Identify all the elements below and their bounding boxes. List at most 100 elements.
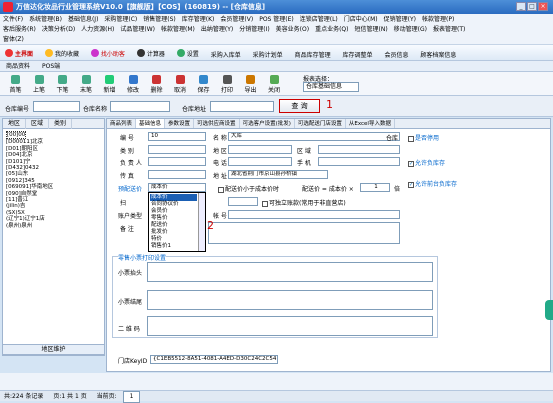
tab-goods[interactable]: 商品资料 [0, 61, 36, 72]
phone-input[interactable] [228, 157, 292, 166]
account-type-label: 账户类型 [118, 213, 143, 220]
first-icon [11, 75, 20, 84]
query-button[interactable]: 查 询 [279, 99, 320, 113]
tree-item[interactable]: (泉州)泉州 [6, 223, 53, 229]
settings-button[interactable]: 设置 [172, 45, 204, 60]
next-button[interactable]: 下笔 [53, 75, 72, 94]
keyid-input[interactable]: {C1EB5512-8A51-4081-A4ED-D30C24C2C541} [150, 355, 278, 364]
area-input[interactable] [228, 145, 292, 154]
new-button[interactable]: 新增 [100, 75, 119, 94]
ratio-suffix: 倍 [394, 186, 401, 193]
wh-addr-input[interactable] [210, 101, 274, 112]
purchase-receipt-button[interactable]: 采购入库单 [206, 47, 246, 61]
cancel-label: 取消 [173, 87, 186, 94]
dropdown-option[interactable]: 会员价 [150, 208, 197, 215]
stop-checkbox[interactable]: 是否停用 [408, 133, 439, 142]
calculator-button[interactable]: 计算器 [132, 45, 170, 60]
allow-negative-checkbox[interactable]: ✓ 允许负库存 [408, 158, 445, 167]
mobile-input[interactable] [318, 157, 400, 166]
record-toolbar: 首笔 上笔 下笔 末笔 新增 修改 删除 取消 保存 打印 导出 关闭 [0, 72, 553, 96]
favorites-button[interactable]: 我的收藏 [40, 45, 84, 60]
left-tab[interactable]: 区域 [26, 119, 50, 129]
right-tab[interactable]: 可选配送门店设置 [295, 119, 346, 128]
dropdown-option[interactable]: 批发价 [150, 229, 197, 236]
export-label: 导出 [244, 87, 257, 94]
dropdown-option[interactable]: 零售价 [150, 215, 197, 222]
side-panel-toggle[interactable] [545, 300, 553, 320]
receipt-tail-input[interactable] [147, 290, 433, 310]
close-label: 关闭 [267, 87, 280, 94]
delete-button[interactable]: 删除 [147, 75, 166, 94]
right-tabs: 商品列表 基础信息 参数设置 可选供应商设置 可选客户设置(批发) 可选配送门店设置 从Ex… [107, 119, 550, 129]
right-tab[interactable]: 从Excel导入数据 [346, 119, 395, 128]
wh-addr-label: 仓库地址 [182, 106, 207, 113]
dropdown-option[interactable]: 销售价1 [150, 243, 197, 250]
tab-pos[interactable]: POS端 [36, 61, 66, 72]
right-tab[interactable]: 参数设置 [165, 119, 195, 128]
prev-button[interactable]: 上笔 [30, 75, 49, 94]
home-button[interactable]: 主界面 [0, 45, 38, 60]
last-button[interactable]: 末笔 [77, 75, 96, 94]
export-button[interactable]: 导出 [241, 75, 260, 94]
type-input[interactable] [148, 145, 206, 154]
dropdown-option[interactable]: 配送价 [150, 222, 197, 229]
person-input[interactable] [148, 157, 206, 166]
zone-input[interactable] [318, 145, 400, 154]
right-tab[interactable]: 可选供应商设置 [194, 119, 240, 128]
print-button[interactable]: 打印 [218, 75, 237, 94]
ratio-input[interactable]: 1 [360, 183, 390, 192]
close-button[interactable]: 关闭 [265, 75, 284, 94]
report-select[interactable]: 仓库基础信息 [303, 82, 359, 92]
price-select[interactable]: 成本价 [148, 183, 206, 192]
code-input[interactable]: 10 [148, 132, 206, 141]
maximize-button[interactable]: □ [527, 2, 537, 11]
wh-code-input[interactable] [33, 101, 80, 112]
price-dropdown[interactable]: 成本价 合同协议价 会员价 零售价 配送价 批发价 特价 销售价1 [148, 192, 206, 252]
current-page-input[interactable]: 1 [122, 391, 141, 403]
cancel-button[interactable]: 取消 [171, 75, 190, 94]
dropdown-option[interactable]: 合同协议价 [150, 201, 197, 208]
tree-item[interactable]: [069091]华南地区 [6, 184, 53, 190]
calculator-icon [136, 49, 145, 57]
menu-item[interactable]: 窗体(Z) [0, 34, 27, 44]
find-customer-button[interactable]: 找小助客 [86, 45, 130, 60]
first-button[interactable]: 首笔 [6, 75, 25, 94]
close-window-button[interactable]: × [538, 2, 548, 11]
right-tab[interactable]: 可选客户设置(批发) [240, 119, 295, 128]
goods-stock-button[interactable]: 商品库存管理 [290, 47, 336, 61]
cancel-icon [175, 75, 185, 84]
customer-archive-button[interactable]: 顾客档案信息 [415, 47, 461, 61]
region-maintain-button[interactable]: 地区维护 [2, 344, 105, 355]
wh-name-label: 仓库名称 [83, 106, 108, 113]
stock-adjust-button[interactable]: 库存调整单 [338, 47, 378, 61]
fax-input[interactable] [148, 170, 206, 179]
edit-button[interactable]: 修改 [124, 75, 143, 94]
left-tab[interactable]: 类别 [49, 119, 73, 129]
member-info-button[interactable]: 会员信息 [379, 47, 413, 61]
bank-input[interactable] [228, 210, 400, 219]
qrcode-input[interactable] [147, 316, 433, 336]
fax-label: 传 真 [120, 173, 134, 180]
gear-icon [176, 49, 185, 57]
receipt-head-input[interactable] [147, 262, 433, 282]
independent-checkbox[interactable]: 可独立账款(常用于非直营店) [262, 198, 346, 207]
dropdown-scrollbar[interactable] [198, 193, 205, 251]
memo-input[interactable] [208, 222, 400, 244]
code-label: 编 号 [120, 135, 134, 142]
minimize-button[interactable]: _ [516, 2, 526, 11]
purchase-plan-button[interactable]: 采购计划单 [248, 47, 288, 61]
addr-input[interactable]: 湖北省荆门市京山县孙桥镇 [228, 170, 328, 179]
right-tab[interactable]: 商品列表 [107, 119, 137, 128]
left-tab[interactable]: 地区 [3, 119, 27, 129]
right-tab[interactable]: 基础信息 [136, 119, 166, 128]
wh-name-input[interactable] [110, 101, 170, 112]
checkbox-icon: ✓ [408, 181, 414, 188]
scan-input[interactable] [228, 197, 258, 206]
dropdown-option[interactable]: 特价 [150, 236, 197, 243]
save-button[interactable]: 保存 [194, 75, 213, 94]
dropdown-option[interactable]: 成本价 [150, 194, 197, 201]
name-input[interactable]: 大库 [228, 132, 400, 141]
price-below-cost-checkbox[interactable]: 配送价小于成本价时 [218, 184, 279, 193]
receipt-head-label: 小票抬头 [118, 270, 143, 277]
allow-front-negative-checkbox[interactable]: ✓ 允许前台负库存 [408, 179, 457, 188]
